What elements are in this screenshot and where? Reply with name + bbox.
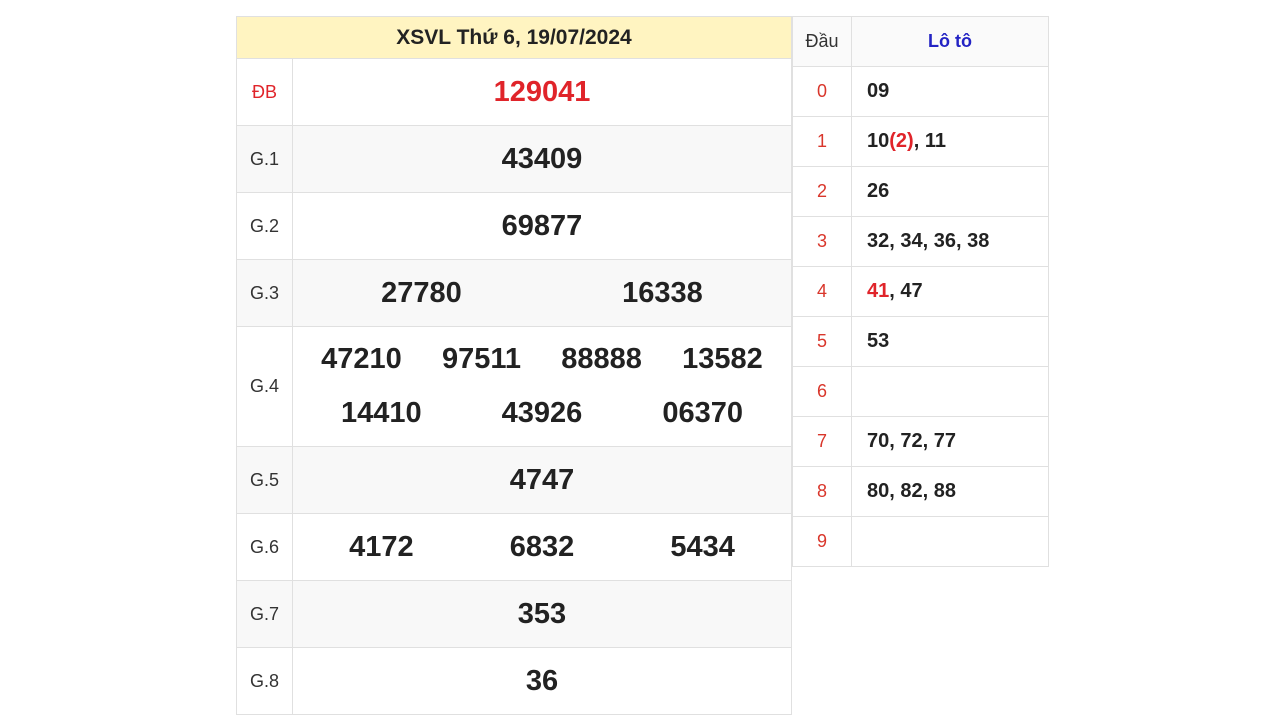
loto-value: 32, 34, 36, 38 [867, 230, 990, 252]
prize-row-g2: G.2 69877 [236, 192, 792, 260]
prize-number: 5434 [670, 530, 735, 563]
loto-value: 09 [867, 80, 890, 102]
loto-value: 10 [867, 130, 890, 152]
loto-row: 3 32, 34, 36, 38 [792, 216, 1049, 267]
prize-label: G.1 [236, 125, 293, 193]
prize-label: ĐB [236, 58, 293, 126]
prize-number: 27780 [381, 276, 462, 309]
loto-values [851, 366, 1049, 417]
prize-row-g6: G.6 4172 6832 5434 [236, 513, 792, 581]
loto-row: 4 41, 47 [792, 266, 1049, 317]
loto-dau: 1 [792, 116, 852, 167]
prize-row-g8: G.8 36 [236, 647, 792, 715]
loto-values: 09 [851, 66, 1049, 117]
loto-values: 10(2), 11 [851, 116, 1049, 167]
prize-number: 47210 [321, 343, 402, 375]
prize-number: 13582 [682, 343, 763, 375]
prize-number: 353 [517, 597, 567, 630]
prize-number: 88888 [561, 343, 642, 375]
prize-number: 4172 [349, 530, 414, 563]
prize-label: G.6 [236, 513, 293, 581]
loto-row: 6 [792, 366, 1049, 417]
results-title: XSVL Thứ 6, 19/07/2024 [236, 16, 792, 59]
loto-value-highlight: 41 [867, 280, 890, 302]
prize-number: 16338 [622, 276, 703, 309]
loto-row: 5 53 [792, 316, 1049, 367]
loto-values: 26 [851, 166, 1049, 217]
loto-dau: 6 [792, 366, 852, 417]
prize-row-g3: G.3 27780 16338 [236, 259, 792, 327]
prize-number: 4747 [509, 463, 575, 496]
loto-values: 53 [851, 316, 1049, 367]
loto-row: 2 26 [792, 166, 1049, 217]
loto-row: 7 70, 72, 77 [792, 416, 1049, 467]
prize-row-g4: G.4 47210 97511 88888 13582 14410 43926 … [236, 326, 792, 447]
loto-value: , 11 [913, 130, 946, 152]
prize-label: G.2 [236, 192, 293, 260]
loto-header-loto: Lô tô [851, 16, 1049, 67]
loto-values: 32, 34, 36, 38 [851, 216, 1049, 267]
prize-number: 97511 [442, 343, 522, 375]
prize-label: G.3 [236, 259, 293, 327]
prize-label: G.5 [236, 446, 293, 514]
loto-dau: 3 [792, 216, 852, 267]
loto-row: 9 [792, 516, 1049, 567]
loto-values: 70, 72, 77 [851, 416, 1049, 467]
prize-number-special: 129041 [493, 75, 591, 108]
prize-number: 06370 [662, 397, 743, 429]
loto-value: 80, 82, 88 [867, 480, 956, 502]
loto-table: Đầu Lô tô 0 09 1 10(2), 11 2 26 3 32, 34, 36, 3… [792, 16, 1049, 567]
results-table: XSVL Thứ 6, 19/07/2024 ĐB 129041 G.1 434… [236, 16, 792, 715]
loto-dau: 2 [792, 166, 852, 217]
loto-value: 53 [867, 330, 890, 352]
prize-label: G.7 [236, 580, 293, 648]
loto-value-highlight: (2) [889, 130, 914, 152]
loto-values: 80, 82, 88 [851, 466, 1049, 517]
loto-header-dau: Đầu [792, 16, 852, 67]
prize-row-g5: G.5 4747 [236, 446, 792, 514]
prize-number: 14410 [341, 397, 422, 429]
prize-number: 69877 [501, 209, 583, 242]
prize-number: 43926 [501, 397, 583, 429]
loto-row: 0 09 [792, 66, 1049, 117]
loto-value: , 47 [889, 280, 923, 302]
loto-dau: 4 [792, 266, 852, 317]
prize-row-g7: G.7 353 [236, 580, 792, 648]
loto-row: 8 80, 82, 88 [792, 466, 1049, 517]
loto-row: 1 10(2), 11 [792, 116, 1049, 167]
loto-value: 70, 72, 77 [867, 430, 956, 452]
loto-dau: 5 [792, 316, 852, 367]
prize-row-db: ĐB 129041 [236, 58, 792, 126]
prize-number: 36 [525, 664, 559, 697]
prize-number: 6832 [509, 530, 575, 563]
loto-value: 26 [867, 180, 890, 202]
loto-dau: 7 [792, 416, 852, 467]
prize-number: 43409 [501, 142, 583, 175]
loto-dau: 9 [792, 516, 852, 567]
prize-row-g1: G.1 43409 [236, 125, 792, 193]
loto-dau: 0 [792, 66, 852, 117]
prize-label: G.4 [236, 326, 293, 447]
loto-values: 41, 47 [851, 266, 1049, 317]
loto-values [851, 516, 1049, 567]
loto-dau: 8 [792, 466, 852, 517]
prize-label: G.8 [236, 647, 293, 715]
